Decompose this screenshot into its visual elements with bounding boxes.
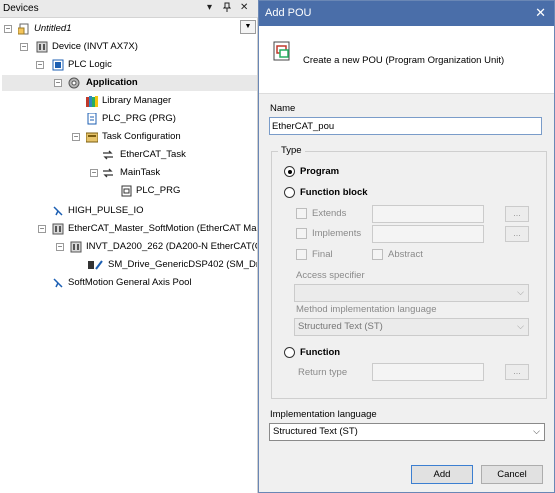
axis-pool-icon	[52, 277, 64, 289]
function-block-radio[interactable]	[284, 187, 295, 198]
add-pou-dialog: Add POU ✕ Create a new POU (Program Orga…	[258, 0, 555, 493]
chevron-down-icon: ⌵	[533, 426, 540, 436]
tree-item-maintask[interactable]: − MainTask	[2, 165, 238, 181]
pou-document-icon	[86, 112, 98, 125]
application-gear-icon	[68, 77, 80, 89]
tree-item-project[interactable]: − Untitled1	[2, 21, 238, 37]
devices-panel: Devices ▾ ✕ ▼ − Untitled1 − Device (INVT…	[0, 0, 258, 493]
tree-item-plc-prg[interactable]: PLC_PRG (PRG)	[2, 111, 238, 127]
panel-pin-icon[interactable]	[222, 2, 232, 15]
extends-checkbox[interactable]	[296, 208, 307, 219]
softmotion-drive-icon	[88, 259, 104, 271]
panel-dropdown-icon[interactable]: ▾	[207, 2, 212, 13]
function-radio-label: Function	[300, 347, 341, 358]
tree-item-task-configuration[interactable]: − Task Configuration	[2, 129, 238, 145]
tree-item-application[interactable]: − Application	[2, 75, 257, 91]
devices-title: Devices	[3, 3, 39, 14]
tree-item-device[interactable]: − Device (INVT AX7X)	[2, 39, 238, 55]
tree-item-ethercat-task[interactable]: EtherCAT_Task	[2, 147, 238, 163]
tree-item-plc-logic[interactable]: − PLC Logic	[2, 57, 238, 73]
tree-item-invt-da200[interactable]: − INVT_DA200_262 (DA200-N EtherCAT(Co	[2, 239, 257, 255]
task-arrows-icon	[102, 167, 114, 179]
close-icon[interactable]: ✕	[535, 5, 546, 21]
return-type-browse-button[interactable]: ...	[505, 364, 529, 380]
return-type-input[interactable]	[372, 363, 484, 381]
io-driver-icon	[52, 205, 64, 217]
ethercat-slave-icon	[70, 241, 82, 253]
access-specifier-label: Access specifier	[296, 270, 365, 281]
access-specifier-dropdown[interactable]: ⌵	[294, 284, 529, 302]
implements-browse-button[interactable]: ...	[505, 226, 529, 242]
ethercat-master-icon	[52, 223, 64, 235]
project-icon	[17, 23, 30, 35]
task-configuration-icon	[85, 131, 99, 143]
plc-logic-icon	[52, 59, 64, 71]
function-radio[interactable]	[284, 347, 295, 358]
program-call-icon	[120, 185, 132, 197]
library-books-icon	[86, 95, 98, 107]
final-label: Final	[312, 249, 333, 260]
method-impl-language-dropdown[interactable]: Structured Text (ST) ⌵	[294, 318, 529, 336]
extends-input[interactable]	[372, 205, 484, 223]
dialog-title-bar: Add POU ✕	[259, 1, 554, 26]
extends-label: Extends	[312, 208, 347, 219]
tree-item-library-manager[interactable]: Library Manager	[2, 93, 238, 109]
dialog-header: Create a new POU (Program Organization U…	[259, 26, 554, 94]
final-checkbox[interactable]	[296, 249, 307, 260]
pou-icon	[271, 40, 293, 62]
abstract-checkbox[interactable]	[372, 249, 383, 260]
tree-item-plc-prg-call[interactable]: PLC_PRG	[2, 183, 238, 199]
method-impl-language-label: Method implementation language	[296, 304, 437, 315]
name-label: Name	[270, 103, 296, 114]
name-input[interactable]	[269, 117, 542, 135]
devices-view-dropdown[interactable]: ▼	[240, 20, 256, 34]
implementation-language-label: Implementation language	[270, 409, 377, 420]
program-radio-label: Program	[300, 166, 340, 177]
dialog-title: Add POU	[265, 7, 312, 19]
type-group: Type Program Function block Extends ... …	[271, 145, 547, 399]
function-block-radio-label: Function block	[300, 187, 368, 198]
implements-checkbox[interactable]	[296, 228, 307, 239]
tree-item-ethercat-master[interactable]: − EtherCAT_Master_SoftMotion (EtherCAT M…	[2, 221, 257, 237]
program-radio[interactable]	[284, 166, 295, 177]
dialog-description: Create a new POU (Program Organization U…	[303, 55, 505, 66]
abstract-label: Abstract	[388, 249, 423, 260]
task-arrows-icon	[102, 149, 114, 161]
implements-input[interactable]	[372, 225, 484, 243]
tree-item-sm-drive[interactable]: SM_Drive_GenericDSP402 (SM_Driv	[2, 257, 257, 273]
extends-browse-button[interactable]: ...	[505, 206, 529, 222]
panel-close-icon[interactable]: ✕	[240, 2, 248, 13]
implementation-language-dropdown[interactable]: Structured Text (ST) ⌵	[269, 423, 545, 441]
cancel-button[interactable]: Cancel	[481, 465, 543, 484]
chevron-down-icon: ⌵	[517, 321, 524, 331]
devices-title-bar: Devices ▾ ✕	[0, 0, 258, 18]
add-button[interactable]: Add	[411, 465, 473, 484]
return-type-label: Return type	[298, 367, 348, 378]
chevron-down-icon: ⌵	[517, 287, 524, 297]
tree-item-high-pulse-io[interactable]: HIGH_PULSE_IO	[2, 203, 238, 219]
tree-item-axis-pool[interactable]: SoftMotion General Axis Pool	[2, 275, 238, 291]
type-group-label: Type	[278, 145, 305, 156]
device-icon	[36, 41, 48, 53]
implements-label: Implements	[312, 228, 362, 239]
